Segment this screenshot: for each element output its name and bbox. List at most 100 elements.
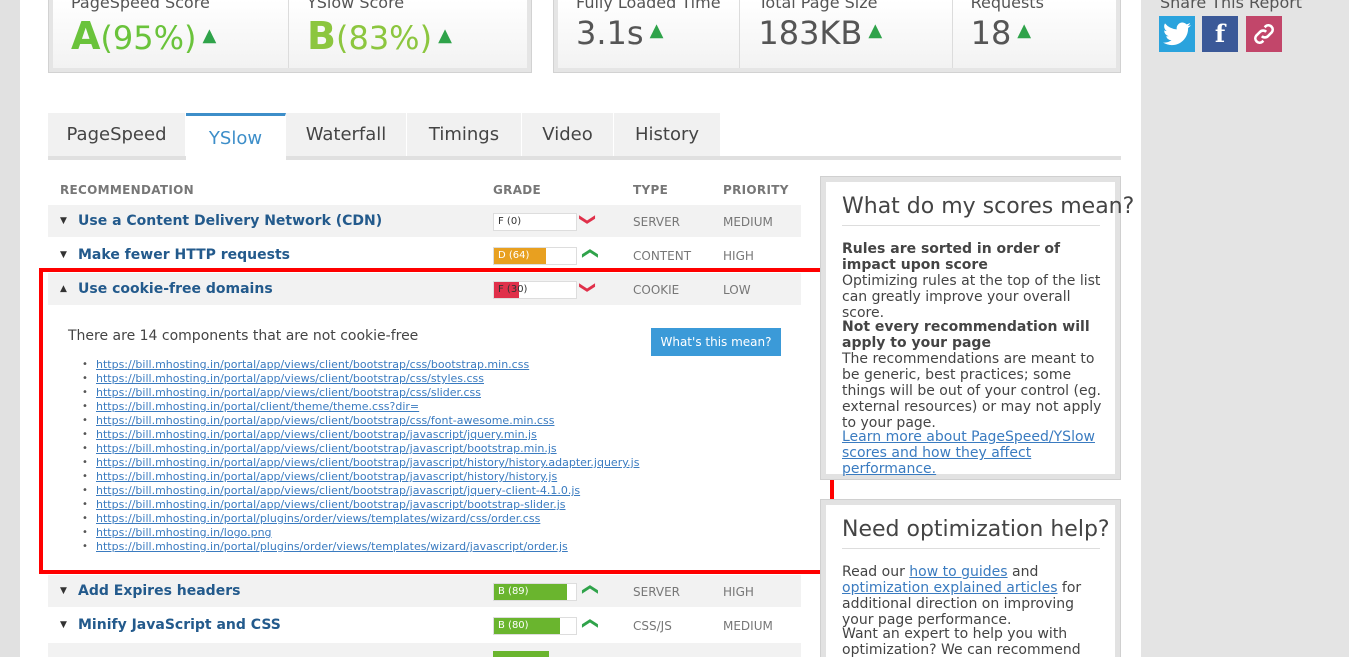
grade-bar: B (80) <box>493 617 577 635</box>
share-title: Share This Report <box>1160 0 1303 12</box>
list-item: https://bill.mhosting.in/portal/app/view… <box>82 442 639 456</box>
metric-value: 183KB ▲ <box>758 14 882 52</box>
tab-history[interactable]: History <box>614 113 721 156</box>
yslow-score-label: YSlow Score <box>307 0 405 12</box>
panel-section: Learn more about PageSpeed/YSlow scores … <box>842 429 1107 477</box>
panel-title: Need optimization help? <box>842 517 1110 549</box>
priority-label: LOW <box>723 283 751 297</box>
yslow-percent: (83%) <box>335 19 433 57</box>
column-header-grade: GRADE <box>493 183 542 197</box>
recommendation-title[interactable]: Add Expires headers <box>78 583 240 599</box>
component-link[interactable]: https://bill.mhosting.in/portal/client/t… <box>96 400 419 413</box>
recommendation-title[interactable]: Make fewer HTTP requests <box>78 247 290 263</box>
caret-down-icon[interactable]: ▼ <box>60 216 67 226</box>
panel-paragraph: Optimizing rules at the top of the list … <box>842 273 1101 321</box>
metric-value: 3.1s ▲ <box>576 14 663 52</box>
component-link[interactable]: https://bill.mhosting.in/portal/app/view… <box>96 414 554 427</box>
list-item: https://bill.mhosting.in/portal/app/view… <box>82 358 639 372</box>
component-link[interactable]: https://bill.mhosting.in/portal/app/view… <box>96 442 557 455</box>
priority-label: HIGH <box>723 249 754 263</box>
scores-help-panel: What do my scores mean? Rules are sorted… <box>820 176 1134 480</box>
table-row[interactable] <box>48 643 801 657</box>
metric-label: Fully Loaded Time <box>576 0 721 12</box>
table-row[interactable]: ▼ Use a Content Delivery Network (CDN) F… <box>48 205 801 237</box>
background-right <box>1141 0 1349 657</box>
how-to-guides-link[interactable]: how to guides <box>909 564 1007 580</box>
chevron-up-icon: ❯ <box>579 246 599 261</box>
whats-this-mean-button[interactable]: What's this mean? <box>651 328 781 356</box>
tab-video[interactable]: Video <box>522 113 614 156</box>
panel-section: Rules are sorted in order of impact upon… <box>842 241 1107 321</box>
recommendation-title[interactable]: Use a Content Delivery Network (CDN) <box>78 213 382 229</box>
recommendation-title[interactable]: Use cookie-free domains <box>78 281 273 297</box>
report-tabs: PageSpeed YSlow Waterfall Timings Video … <box>48 113 1121 160</box>
tab-waterfall[interactable]: Waterfall <box>286 113 407 156</box>
grade-bar: D (64) <box>493 247 577 265</box>
yslow-score: YSlow Score B(83%) ▲ <box>289 0 527 68</box>
table-row[interactable]: ▼ Make fewer HTTP requests D (64) ❯ CONT… <box>48 239 801 271</box>
details-summary: There are 14 components that are not coo… <box>68 328 419 344</box>
facebook-icon[interactable]: f <box>1202 16 1238 52</box>
grade-bar: B (89) <box>493 583 577 601</box>
link-icon[interactable] <box>1246 16 1282 52</box>
grade-label: B (89) <box>498 586 529 597</box>
component-link[interactable]: https://bill.mhosting.in/portal/app/view… <box>96 358 529 371</box>
column-header-priority: PRIORITY <box>723 183 789 197</box>
component-link[interactable]: https://bill.mhosting.in/portal/app/view… <box>96 372 484 385</box>
component-link[interactable]: https://bill.mhosting.in/portal/app/view… <box>96 498 566 511</box>
grade-bar: F (30) <box>493 281 577 299</box>
chevron-up-icon: ❯ <box>579 582 599 597</box>
tab-timings[interactable]: Timings <box>407 113 522 156</box>
component-link[interactable]: https://bill.mhosting.in/portal/app/view… <box>96 484 580 497</box>
type-label: SERVER <box>633 585 681 599</box>
optimization-explained-link[interactable]: optimization explained articles <box>842 580 1057 596</box>
requests-metric: Requests 18 ▲ <box>953 0 1116 68</box>
panel-heading: Not every recommendation will apply to y… <box>842 319 1090 351</box>
panel-heading: Rules are sorted in order of impact upon… <box>842 241 1061 273</box>
caret-down-icon[interactable]: ▼ <box>60 620 67 630</box>
chevron-up-icon: ▲ <box>438 25 452 46</box>
panel-text: and <box>1007 564 1039 580</box>
learn-more-link[interactable]: Learn more about PageSpeed/YSlow scores … <box>842 429 1095 477</box>
chevron-up-icon: ▲ <box>1017 20 1032 41</box>
recommendation-details: There are 14 components that are not coo… <box>48 307 801 575</box>
recommendation-title[interactable]: Minify JavaScript and CSS <box>78 617 281 633</box>
pagespeed-score-label: PageSpeed Score <box>71 0 210 12</box>
component-list: https://bill.mhosting.in/portal/app/view… <box>82 358 639 554</box>
component-link[interactable]: https://bill.mhosting.in/portal/plugins/… <box>96 512 540 525</box>
grades-card: PageSpeed Score A(95%) ▲ YSlow Score B(83… <box>48 0 532 73</box>
caret-down-icon[interactable]: ▼ <box>60 250 67 260</box>
yslow-score-value: B(83%) ▲ <box>307 14 452 58</box>
tab-pagespeed[interactable]: PageSpeed <box>48 113 186 156</box>
component-link[interactable]: https://bill.mhosting.in/portal/app/view… <box>96 470 557 483</box>
column-header-recommendation: RECOMMENDATION <box>60 183 194 197</box>
caret-up-icon[interactable]: ▲ <box>60 284 67 294</box>
twitter-icon[interactable] <box>1159 16 1195 52</box>
metric-label: Total Page Size <box>758 0 878 12</box>
component-link[interactable]: https://bill.mhosting.in/portal/app/view… <box>96 428 537 441</box>
component-link[interactable]: https://bill.mhosting.in/logo.png <box>96 526 272 539</box>
component-link[interactable]: https://bill.mhosting.in/portal/app/view… <box>96 456 639 469</box>
grade-label: F (30) <box>498 284 528 295</box>
type-label: CSS/JS <box>633 619 672 633</box>
panel-section: Want an expert to help you with optimiza… <box>842 626 1107 657</box>
list-item: https://bill.mhosting.in/portal/app/view… <box>82 498 639 512</box>
metric-number: 3.1s <box>576 14 644 52</box>
list-item: https://bill.mhosting.in/portal/app/view… <box>82 456 639 470</box>
list-item: https://bill.mhosting.in/portal/client/t… <box>82 400 639 414</box>
priority-label: MEDIUM <box>723 215 773 229</box>
table-row[interactable]: ▼ Minify JavaScript and CSS B (80) ❯ CSS… <box>48 609 801 641</box>
chevron-up-icon: ▲ <box>649 20 664 41</box>
table-row[interactable]: ▲ Use cookie-free domains F (30) ❯ COOKI… <box>48 273 801 305</box>
background-left <box>0 0 20 657</box>
grade-label: F (0) <box>498 216 522 227</box>
type-label: SERVER <box>633 215 681 229</box>
table-row[interactable]: ▼ Add Expires headers B (89) ❯ SERVER HI… <box>48 575 801 607</box>
caret-down-icon[interactable]: ▼ <box>60 586 67 596</box>
component-link[interactable]: https://bill.mhosting.in/portal/app/view… <box>96 386 481 399</box>
tab-yslow[interactable]: YSlow <box>186 113 286 160</box>
pagespeed-percent: (95%) <box>100 19 197 57</box>
priority-label: HIGH <box>723 585 754 599</box>
list-item: https://bill.mhosting.in/portal/app/view… <box>82 428 639 442</box>
component-link[interactable]: https://bill.mhosting.in/portal/plugins/… <box>96 540 568 553</box>
